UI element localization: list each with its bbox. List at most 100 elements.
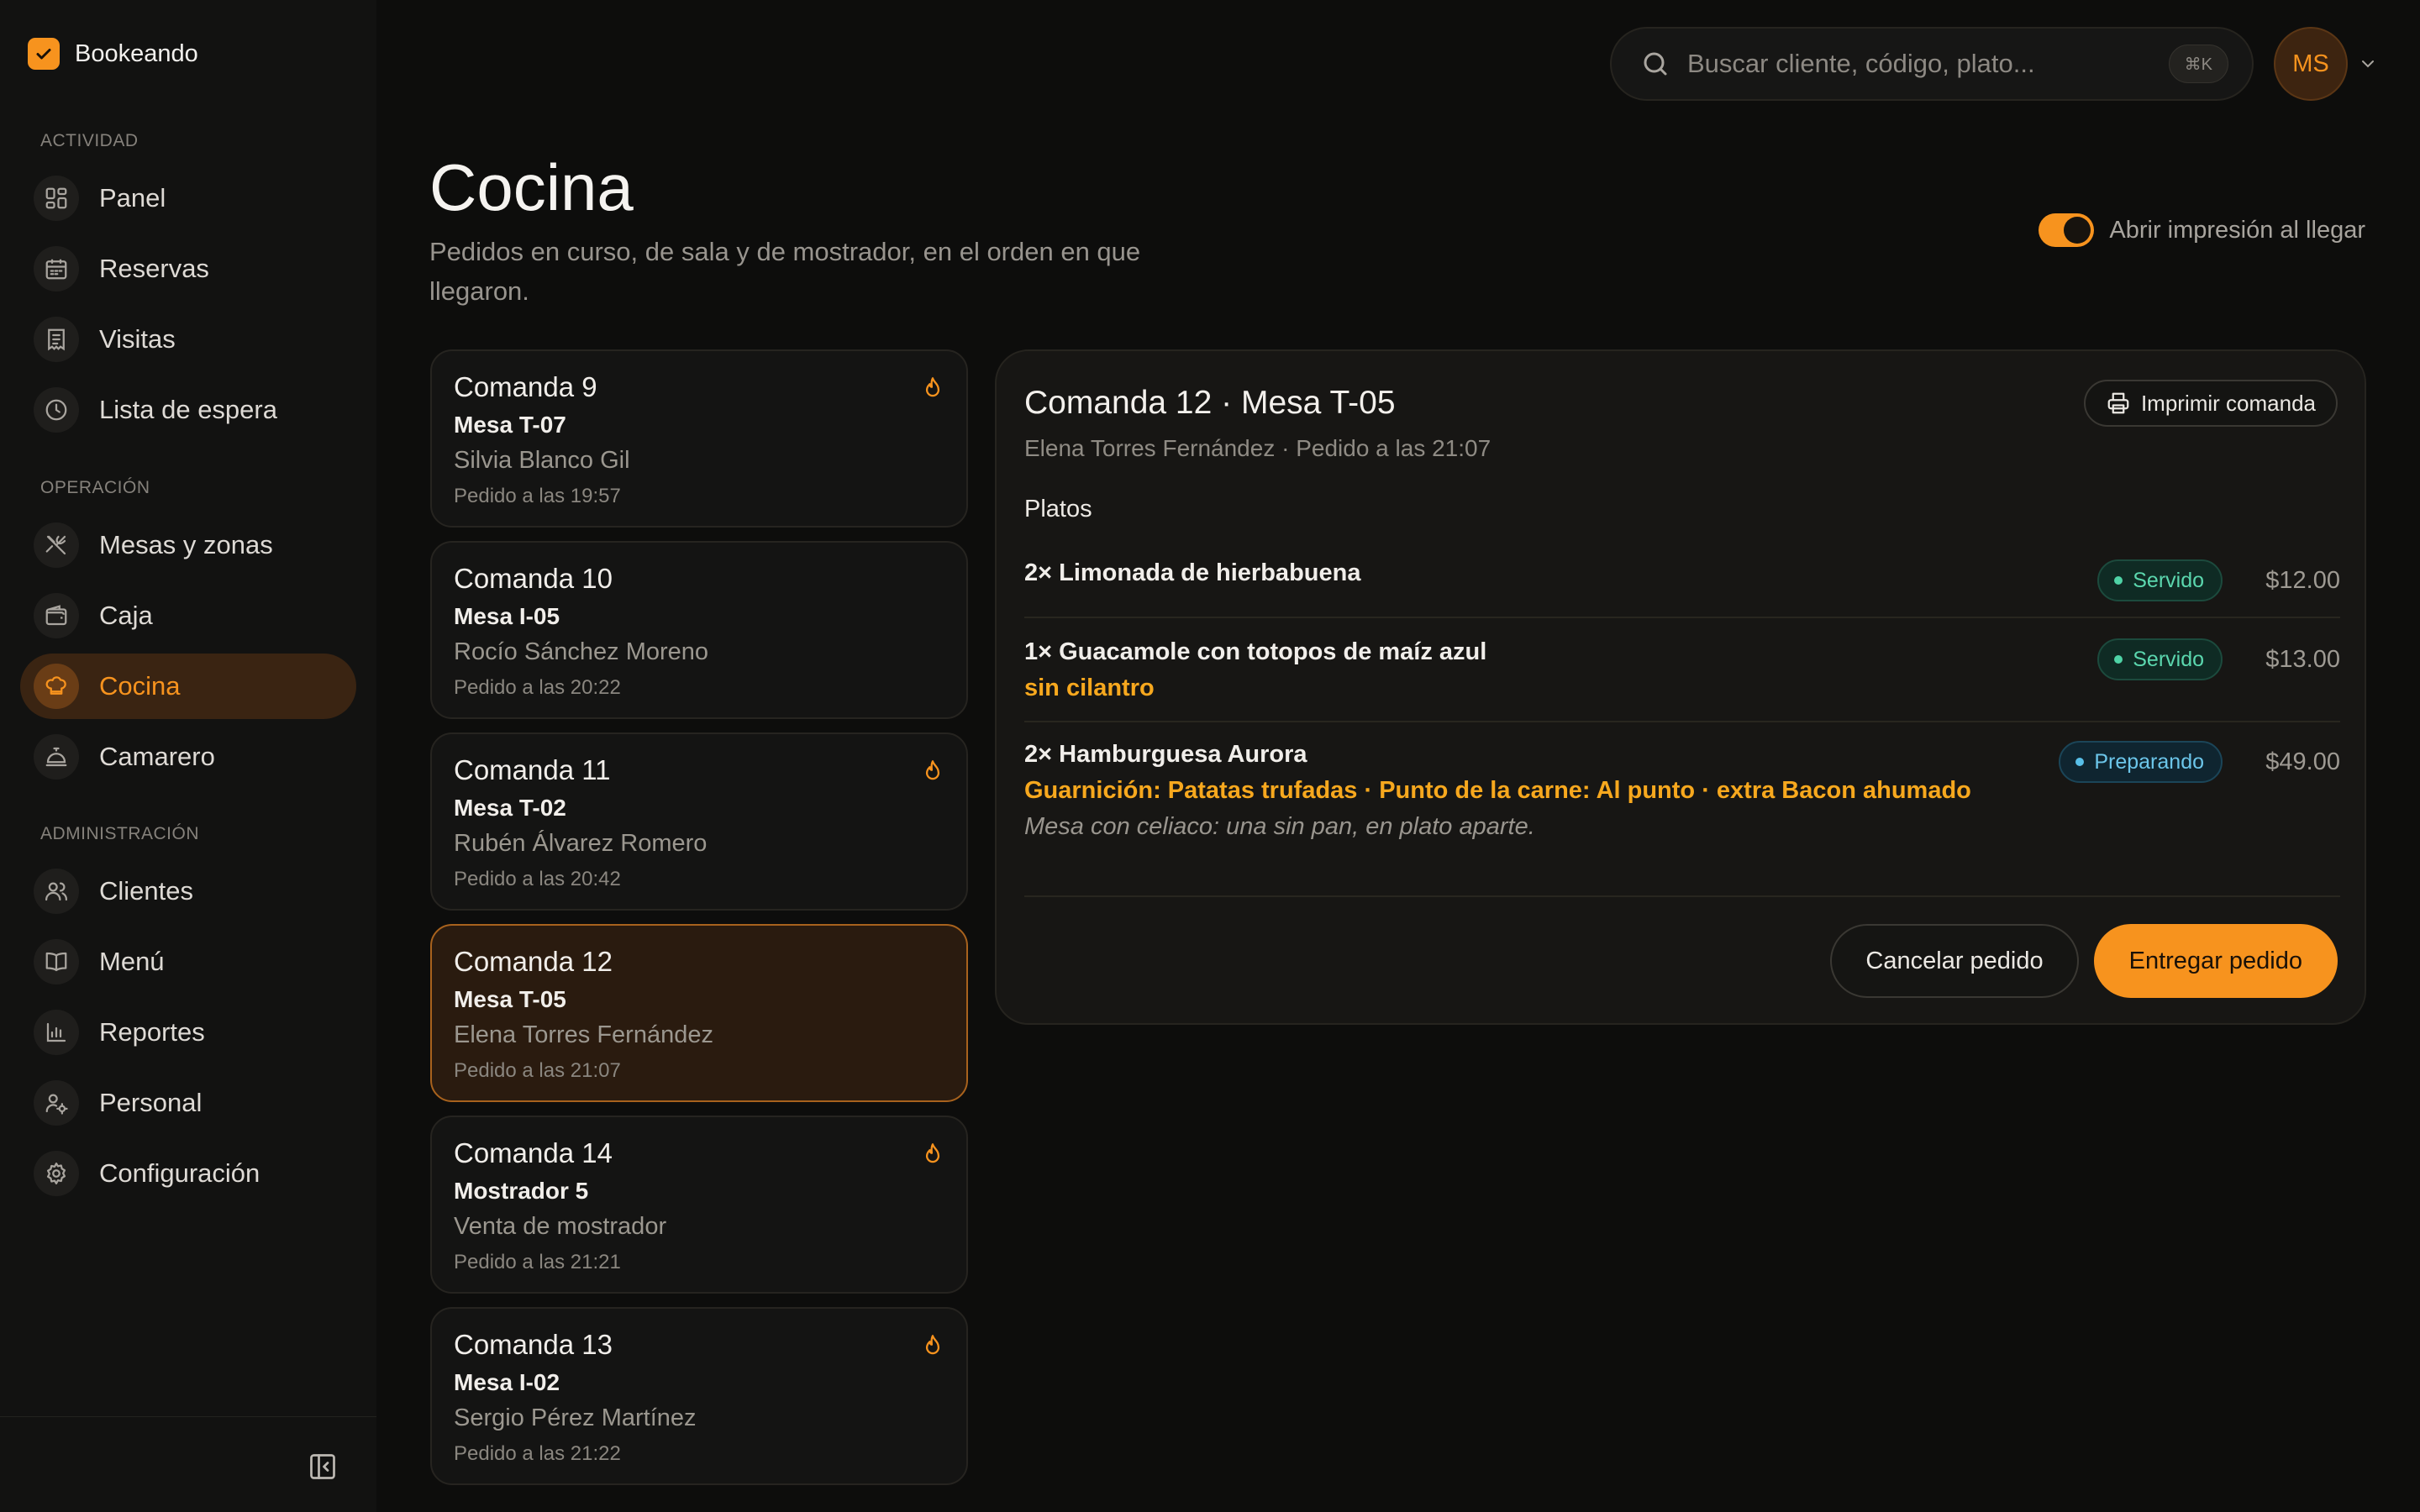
auto-print-toggle[interactable]	[2039, 213, 2095, 247]
sidebar-item-reservas[interactable]: Reservas	[20, 236, 356, 302]
order-time: Pedido a las 21:21	[454, 1251, 621, 1273]
chevron-down-icon[interactable]	[2358, 54, 2378, 78]
order-client: Elena Torres Fernández	[454, 1021, 713, 1048]
sidebar-item-cocina[interactable]: Cocina	[20, 654, 356, 719]
order-time: Pedido a las 21:07	[454, 1059, 621, 1082]
status-label: Servido	[2133, 568, 2204, 592]
checkmark-logo-icon	[28, 38, 60, 70]
order-card[interactable]: Comanda 10 Mesa I-05 Rocío Sánchez Moren…	[430, 541, 968, 719]
print-order-button[interactable]: Imprimir comanda	[2083, 380, 2338, 427]
sidebar-item-reportes[interactable]: Reportes	[20, 1000, 356, 1065]
page-subtitle: Pedidos en curso, de sala y de mostrador…	[429, 237, 1141, 306]
sidebar-item-label: Configuración	[99, 1158, 260, 1188]
sidebar-item-mesas-y-zonas[interactable]: Mesas y zonas	[20, 512, 356, 578]
status-label: Servido	[2133, 647, 2204, 671]
row-divider	[1024, 617, 2340, 618]
dish-status-price: Servido $13.00	[2097, 638, 2340, 680]
app-root: Bookeando Actividad Panel Reservas Visit…	[0, 0, 2420, 1512]
sidebar-item-label: Lista de espera	[99, 395, 277, 424]
search-shortcut-badge: ⌘K	[2168, 45, 2228, 83]
cancel-order-button[interactable]: Cancelar pedido	[1830, 924, 2079, 998]
order-table: Mostrador 5	[454, 1178, 589, 1204]
dish-note: Mesa con celiaco: una sin pan, en plato …	[1024, 813, 1535, 840]
sidebar-item-label: Clientes	[99, 876, 193, 906]
sidebar-item-label: Reservas	[99, 254, 209, 283]
status-dot	[2075, 758, 2085, 766]
sidebar-item-configuracion[interactable]: Configuración	[20, 1141, 356, 1206]
sidebar-item-lista-de-espera[interactable]: Lista de espera	[20, 377, 356, 443]
status-badge[interactable]: Preparando	[2059, 741, 2223, 783]
search-bar[interactable]: ⌘K	[1610, 27, 2254, 101]
user-cog-icon	[34, 1080, 79, 1126]
order-card[interactable]: Comanda 9 Mesa T-07 Silvia Blanco Gil Pe…	[430, 349, 968, 528]
order-card[interactable]: Comanda 13 Mesa I-02 Sergio Pérez Martín…	[430, 1307, 968, 1485]
order-detail-panel: Comanda 12 · Mesa T-05 Elena Torres Fern…	[995, 349, 2366, 1025]
dish-price: $13.00	[2265, 645, 2340, 673]
row-divider	[1024, 895, 2340, 897]
sidebar-item-label: Personal	[99, 1088, 203, 1117]
collapse-sidebar-button[interactable]	[306, 1450, 339, 1483]
order-card[interactable]: Comanda 14 Mostrador 5 Venta de mostrado…	[430, 1116, 968, 1294]
order-client: Rocío Sánchez Moreno	[454, 638, 709, 665]
dashboard-icon	[34, 176, 79, 221]
dish-status-price: Servido $12.00	[2097, 559, 2340, 601]
sidebar-divider	[0, 1416, 376, 1417]
page-title: Cocina	[429, 150, 634, 224]
deliver-order-button[interactable]: Entregar pedido	[2093, 924, 2338, 998]
sidebar-item-label: Panel	[99, 183, 166, 213]
status-label: Preparando	[2094, 749, 2204, 774]
sidebar-item-label: Visitas	[99, 324, 176, 354]
order-actions: Cancelar pedido Entregar pedido	[1830, 924, 2338, 998]
flame-icon	[921, 759, 944, 789]
sidebar-item-label: Caja	[99, 601, 153, 630]
status-dot	[2114, 655, 2123, 664]
order-client: Silvia Blanco Gil	[454, 447, 630, 474]
order-table: Mesa T-05	[454, 986, 566, 1012]
status-badge[interactable]: Servido	[2097, 559, 2223, 601]
order-title: Comanda 10	[454, 563, 613, 594]
status-badge[interactable]: Servido	[2097, 638, 2223, 680]
order-title: Comanda 12	[454, 946, 613, 977]
order-title: Comanda 11	[454, 754, 611, 785]
search-input[interactable]	[1687, 49, 2169, 79]
sidebar-item-clientes[interactable]: Clientes	[20, 858, 356, 924]
sidebar-item-visitas[interactable]: Visitas	[20, 307, 356, 372]
sidebar-item-menu[interactable]: Menú	[20, 929, 356, 995]
sidebar-item-panel[interactable]: Panel	[20, 165, 356, 231]
order-table: Mesa I-05	[454, 603, 560, 629]
chef-hat-icon	[34, 664, 79, 709]
sidebar: Bookeando Actividad Panel Reservas Visit…	[0, 0, 376, 1512]
calendar-icon	[34, 246, 79, 291]
flame-icon	[921, 1142, 944, 1172]
section-label-administracion: Administración	[40, 824, 200, 843]
flame-icon	[921, 1334, 944, 1363]
sidebar-item-camarero[interactable]: Camarero	[20, 724, 356, 790]
app-name: Bookeando	[75, 39, 198, 67]
dish-row: 2× Limonada de hierbabuena Servido $12.0…	[1024, 559, 2340, 601]
toggle-knob	[2064, 217, 2091, 244]
avatar[interactable]: MS	[2274, 27, 2348, 101]
bar-chart-icon	[34, 1010, 79, 1055]
auto-print-setting: Abrir impresión al llegar	[2039, 213, 2365, 247]
section-label-actividad: Actividad	[40, 131, 139, 150]
brand[interactable]: Bookeando	[28, 38, 198, 70]
order-table: Mesa T-02	[454, 795, 566, 821]
service-bell-icon	[34, 734, 79, 780]
sidebar-item-personal[interactable]: Personal	[20, 1070, 356, 1136]
sidebar-item-label: Reportes	[99, 1017, 205, 1047]
order-time: Pedido a las 20:22	[454, 676, 621, 699]
order-table: Mesa I-02	[454, 1369, 560, 1395]
order-time: Pedido a las 21:22	[454, 1442, 621, 1465]
order-title: Comanda 13	[454, 1329, 613, 1360]
order-card-selected[interactable]: Comanda 12 Mesa T-05 Elena Torres Fernán…	[430, 924, 968, 1102]
search-icon	[1644, 52, 1667, 76]
clock-icon	[34, 387, 79, 433]
detail-title: Comanda 12 · Mesa T-05	[1024, 385, 1396, 421]
order-card[interactable]: Comanda 11 Mesa T-02 Rubén Álvarez Romer…	[430, 732, 968, 911]
sidebar-item-caja[interactable]: Caja	[20, 583, 356, 648]
receipt-icon	[34, 317, 79, 362]
printer-icon	[2107, 392, 2129, 414]
section-label-operacion: Operación	[40, 478, 150, 497]
dish-row: 1× Guacamole con totopos de maíz azul si…	[1024, 638, 2340, 702]
order-time: Pedido a las 20:42	[454, 868, 621, 890]
